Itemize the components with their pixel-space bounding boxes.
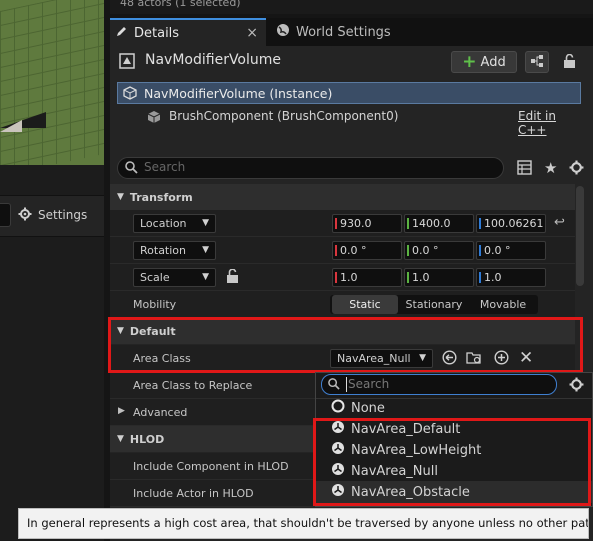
include-actor-label: Include Actor in HLOD — [133, 487, 254, 500]
details-search-input[interactable]: Search — [117, 157, 504, 179]
edit-in-cpp-link[interactable]: Edit in C++ — [518, 109, 581, 137]
add-label: Add — [480, 54, 506, 70]
tab-world-settings[interactable]: World Settings — [276, 18, 391, 46]
unlock-icon[interactable] — [226, 268, 239, 287]
mobility-row: Mobility Static Stationary Movable — [110, 291, 575, 318]
tab-details[interactable]: Details × — [110, 18, 266, 46]
component-brush-row[interactable]: BrushComponent (BrushComponent0) Edit in… — [117, 106, 581, 137]
plus-icon: + — [462, 52, 477, 72]
text-cursor — [346, 377, 347, 392]
details-scrollbar[interactable] — [576, 186, 584, 286]
scale-dropdown[interactable]: Scale ▼ — [133, 268, 216, 287]
location-z-field[interactable]: 100.06261 — [476, 214, 546, 233]
brush-cube-icon — [146, 109, 162, 128]
outliner-status: 48 actors (1 selected) — [110, 0, 593, 14]
dropdown-item-none[interactable]: None — [331, 398, 385, 418]
none-circle-icon — [331, 399, 345, 417]
search-icon — [328, 378, 340, 393]
table-view-icon[interactable] — [517, 160, 532, 178]
search-icon — [125, 161, 138, 177]
location-y-field[interactable]: 1400.0 — [404, 214, 474, 233]
location-dropdown[interactable]: Location ▼ — [133, 214, 216, 233]
advanced-label: Advanced — [133, 406, 188, 419]
viewport-grid — [0, 0, 104, 165]
cube-icon — [122, 85, 138, 104]
hlod-title: HLOD — [129, 432, 165, 446]
dropdown-settings-gear-icon[interactable] — [569, 377, 584, 395]
rotation-row: Rotation ▼ 0.0 ° 0.0 ° 0.0 ° — [110, 237, 575, 264]
left-search-input[interactable] — [0, 203, 11, 227]
dropdown-search-placeholder: Search — [348, 377, 390, 391]
globe-icon — [276, 23, 290, 41]
scale-x-field[interactable]: 1.0 — [332, 268, 402, 287]
scale-y-field[interactable]: 1.0 — [404, 268, 474, 287]
component-instance-label: NavModifierVolume (Instance) — [144, 86, 333, 101]
actor-name: NavModifierVolume — [145, 52, 282, 68]
mobility-stationary-button[interactable]: Stationary — [400, 295, 468, 314]
scale-row: Scale ▼ 1.0 1.0 1.0 — [110, 264, 575, 291]
location-row: Location ▼ 930.0 1400.0 100.06261 ↩ — [110, 210, 575, 237]
pencil-icon — [116, 25, 128, 41]
highlight-navarea-items-box — [313, 418, 591, 506]
transform-title: Transform — [129, 190, 193, 204]
highlight-default-box — [108, 317, 583, 373]
location-x-field[interactable]: 930.0 — [332, 214, 402, 233]
gear-icon — [18, 207, 32, 224]
actor-count: 48 actors (1 selected) — [120, 0, 241, 9]
rotation-dropdown[interactable]: Rotation ▼ — [133, 241, 216, 260]
transform-category[interactable]: ▼ Transform — [110, 184, 575, 210]
settings-label: Settings — [38, 208, 88, 222]
tab-world-settings-label: World Settings — [296, 24, 391, 40]
mobility-movable-button[interactable]: Movable — [470, 295, 536, 314]
settings-button[interactable]: Settings — [18, 205, 87, 225]
dropdown-search-input[interactable]: Search — [321, 374, 557, 395]
reset-arrow-icon[interactable]: ↩ — [554, 215, 565, 230]
favorites-star-icon[interactable]: ★ — [544, 159, 557, 177]
collapsed-arrow-icon: ▶ — [118, 406, 125, 416]
mobility-static-button[interactable]: Static — [332, 295, 398, 314]
tab-details-label: Details — [134, 25, 180, 41]
area-class-replace-label: Area Class to Replace — [133, 379, 253, 392]
hierarchy-icon — [530, 54, 544, 71]
viewport-mesh — [0, 108, 22, 132]
expand-arrow-icon: ▼ — [117, 434, 124, 444]
tooltip: In general represents a high cost area, … — [18, 508, 589, 539]
view-options-gear-icon[interactable] — [569, 160, 584, 178]
lock-icon[interactable] — [563, 53, 576, 72]
search-placeholder: Search — [144, 160, 186, 174]
blueprint-button[interactable] — [525, 51, 549, 73]
level-viewport[interactable] — [0, 0, 104, 165]
mobility-label: Mobility — [133, 298, 177, 311]
component-instance-row[interactable]: NavModifierVolume (Instance) — [117, 82, 581, 104]
add-component-button[interactable]: + Add — [451, 51, 517, 73]
close-icon[interactable]: × — [246, 25, 258, 41]
component-brush-label: BrushComponent (BrushComponent0) — [169, 109, 399, 123]
rotation-z-field[interactable]: 0.0 ° — [476, 241, 546, 260]
tab-bar: Details × World Settings — [110, 18, 593, 46]
scale-z-field[interactable]: 1.0 — [476, 268, 546, 287]
rotation-y-field[interactable]: 0.0 ° — [404, 241, 474, 260]
rotation-x-field[interactable]: 0.0 ° — [332, 241, 402, 260]
actor-icon — [119, 53, 135, 72]
expand-arrow-icon: ▼ — [117, 192, 124, 202]
include-component-label: Include Component in HLOD — [133, 460, 289, 473]
